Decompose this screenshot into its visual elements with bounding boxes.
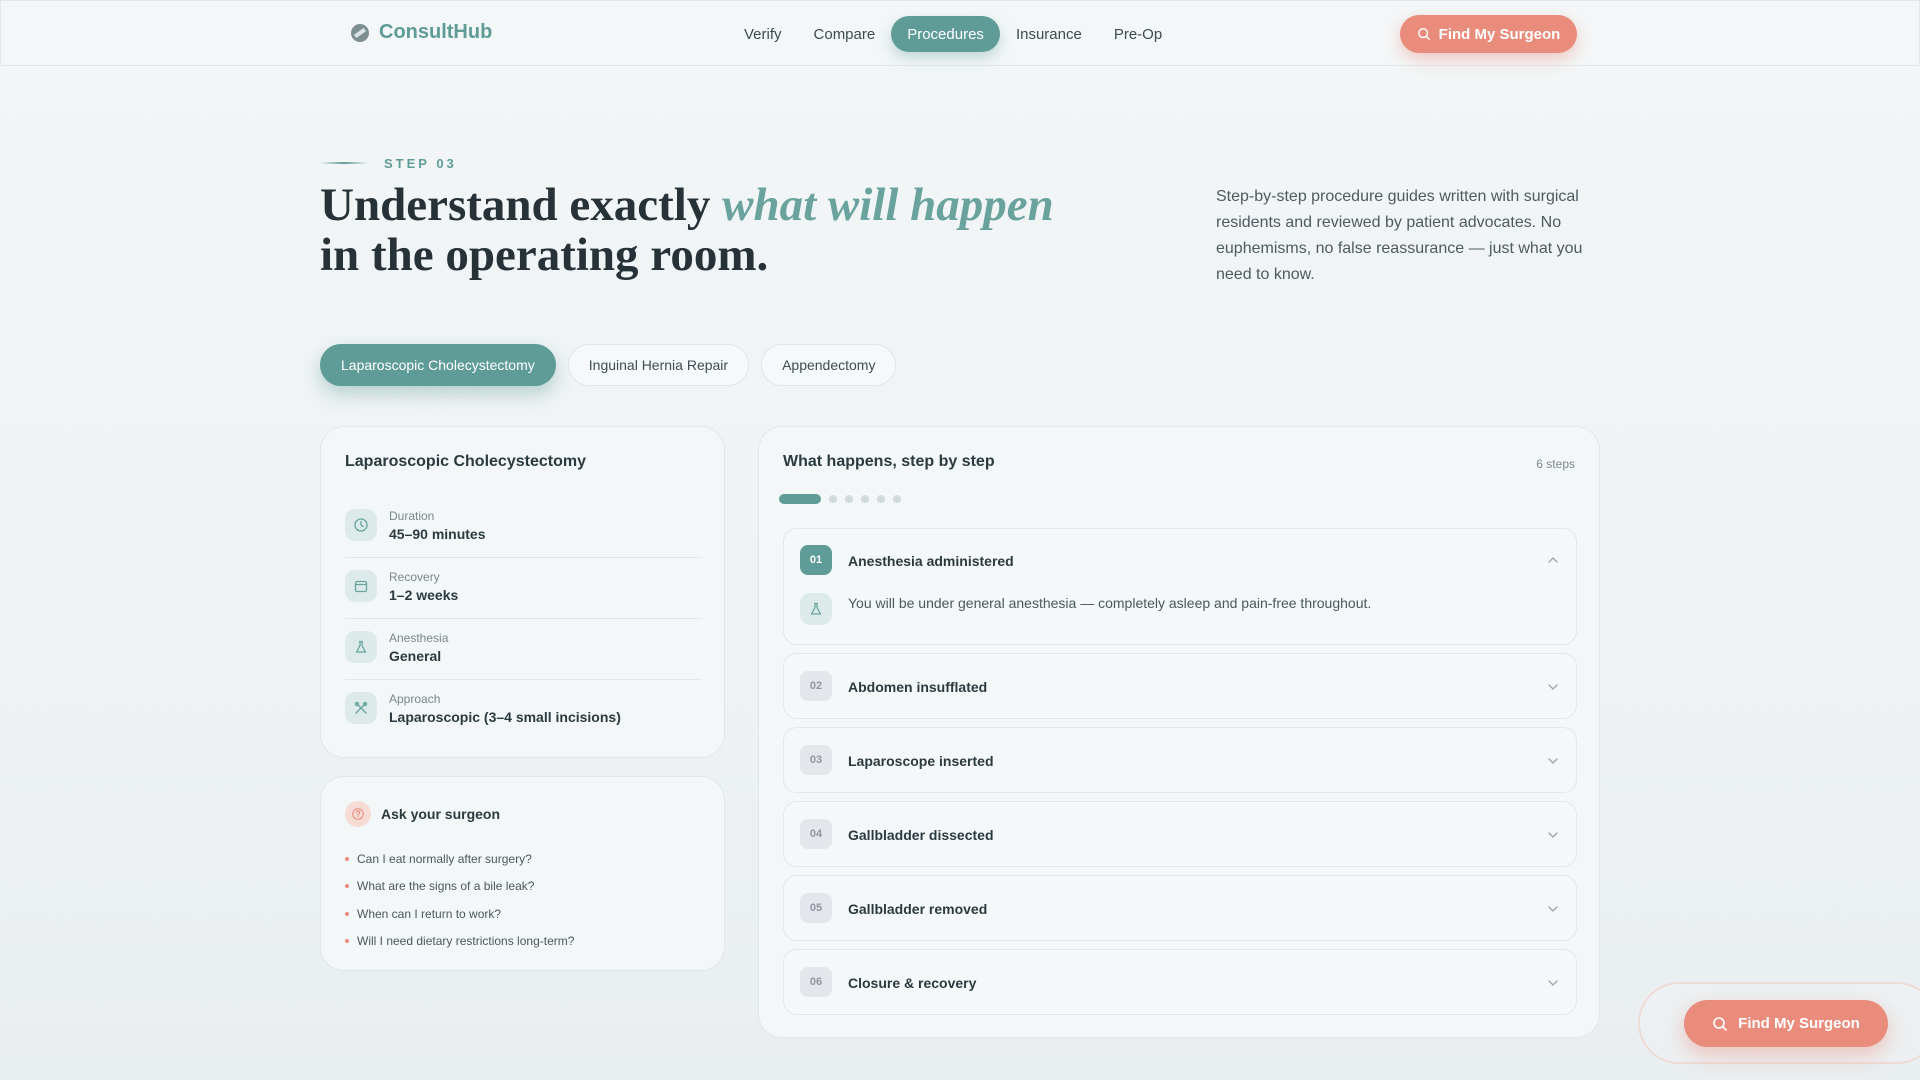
page-title: Understand exactly what will happen in t…	[320, 180, 1100, 280]
list-item: When can I return to work?	[345, 900, 574, 928]
nav-link-compare[interactable]: Compare	[798, 16, 892, 52]
step-divider-line	[320, 162, 368, 164]
step-name: Gallbladder removed	[848, 901, 988, 917]
fact-value: Laparoscopic (3–4 small incisions)	[389, 709, 621, 725]
chevron-down-icon[interactable]	[1546, 976, 1560, 990]
title-emphasis: what will happen	[722, 179, 1054, 231]
tab-appendectomy[interactable]: Appendectomy	[761, 344, 897, 386]
progress-dot[interactable]	[893, 495, 901, 503]
bullet-icon	[345, 856, 349, 861]
procedure-tabs: Laparoscopic Cholecystectomy Inguinal He…	[320, 344, 897, 386]
fact-label: Anesthesia	[389, 631, 449, 645]
nav-link-verify[interactable]: Verify	[728, 16, 798, 52]
flask-icon	[800, 593, 832, 625]
summary-title: Laparoscopic Cholecystectomy	[345, 453, 586, 470]
title-part-1: Understand exactly	[320, 179, 723, 231]
nav-link-procedures[interactable]: Procedures	[891, 16, 1000, 52]
tab-inguinal-hernia-repair[interactable]: Inguinal Hernia Repair	[567, 344, 750, 386]
brand-logo-icon	[351, 23, 369, 42]
search-icon	[1713, 1016, 1727, 1031]
top-navbar: ConsultHub Verify Compare Procedures Ins…	[0, 0, 1920, 66]
step-detail: You will be under general anesthesia — c…	[848, 595, 1372, 611]
chevron-down-icon[interactable]	[1546, 680, 1560, 694]
fact-value: 1–2 weeks	[389, 587, 459, 603]
list-item: Can I eat normally after surgery?	[345, 845, 574, 873]
procedure-summary-card: Laparoscopic Cholecystectomy Duration 45…	[320, 426, 725, 758]
step-name: Anesthesia administered	[848, 553, 1014, 569]
nav-link-insurance[interactable]: Insurance	[1000, 16, 1098, 52]
floating-find-surgeon-button[interactable]: Find My Surgeon	[1684, 1000, 1888, 1047]
chevron-down-icon[interactable]	[1546, 902, 1560, 916]
title-part-2: in the operating room.	[320, 229, 769, 281]
progress-dot[interactable]	[877, 495, 885, 503]
fact-value: General	[389, 648, 442, 664]
step-item-2[interactable]: 02 Abdomen insufflated	[783, 653, 1577, 719]
fact-anesthesia: Anesthesia General	[345, 619, 702, 680]
fact-label: Approach	[389, 692, 441, 706]
step-name: Closure & recovery	[848, 975, 977, 991]
steps-card: What happens, step by step 6 steps 01 An…	[758, 426, 1600, 1038]
bullet-icon	[345, 911, 349, 916]
step-number: 05	[800, 893, 832, 923]
progress-dot[interactable]	[829, 495, 837, 503]
clock-icon	[345, 509, 377, 541]
step-item-3[interactable]: 03 Laparoscope inserted	[783, 727, 1577, 793]
fact-duration: Duration 45–90 minutes	[345, 497, 702, 558]
step-number: 04	[800, 819, 832, 849]
steps-count: 6 steps	[1536, 457, 1575, 471]
calendar-icon	[345, 570, 377, 602]
floating-cta-label: Find My Surgeon	[1738, 1015, 1860, 1032]
find-surgeon-button[interactable]: Find My Surgeon	[1400, 15, 1577, 53]
flask-icon	[345, 631, 377, 663]
question-text: What are the signs of a bile leak?	[357, 879, 535, 894]
fact-value: 45–90 minutes	[389, 526, 486, 542]
list-item: Will I need dietary restrictions long-te…	[345, 928, 574, 956]
step-item-5[interactable]: 05 Gallbladder removed	[783, 875, 1577, 941]
step-progress	[779, 494, 901, 504]
fact-label: Recovery	[389, 570, 440, 584]
step-item-6[interactable]: 06 Closure & recovery	[783, 949, 1577, 1015]
fact-label: Duration	[389, 509, 435, 523]
hero-description: Step-by-step procedure guides written wi…	[1216, 188, 1583, 283]
progress-current-step[interactable]	[779, 494, 821, 504]
step-name: Abdomen insufflated	[848, 679, 988, 695]
ask-surgeon-card: Ask your surgeon Can I eat normally afte…	[320, 776, 725, 971]
chevron-up-icon[interactable]	[1546, 553, 1560, 567]
chevron-down-icon[interactable]	[1546, 754, 1560, 768]
steps-title: What happens, step by step	[783, 453, 995, 470]
question-icon	[345, 801, 371, 827]
question-text: Will I need dietary restrictions long-te…	[357, 934, 575, 949]
brand-name: ConsultHub	[379, 21, 493, 43]
nav-links: Verify Compare Procedures Insurance Pre-…	[728, 16, 1178, 52]
step-number: 03	[800, 745, 832, 775]
step-number: 01	[800, 545, 832, 575]
brand[interactable]: ConsultHub	[351, 21, 492, 44]
question-list: Can I eat normally after surgery? What a…	[345, 845, 574, 955]
tab-laparoscopic-cholecystectomy[interactable]: Laparoscopic Cholecystectomy	[320, 344, 556, 386]
bullet-icon	[345, 939, 349, 944]
bullet-icon	[345, 884, 349, 889]
question-text: When can I return to work?	[357, 906, 502, 921]
tools-icon	[345, 692, 377, 724]
step-number: 02	[800, 671, 832, 701]
step-label: STEP 03	[384, 156, 457, 171]
list-item: What are the signs of a bile leak?	[345, 873, 574, 901]
progress-dot[interactable]	[845, 495, 853, 503]
fact-recovery: Recovery 1–2 weeks	[345, 558, 702, 619]
step-item-1[interactable]: 01 Anesthesia administered You will be u…	[783, 528, 1577, 645]
progress-dot[interactable]	[861, 495, 869, 503]
step-item-4[interactable]: 04 Gallbladder dissected	[783, 801, 1577, 867]
question-text: Can I eat normally after surgery?	[357, 851, 532, 866]
ask-title: Ask your surgeon	[381, 806, 501, 822]
find-surgeon-label: Find My Surgeon	[1438, 25, 1561, 43]
step-name: Laparoscope inserted	[848, 753, 994, 769]
step-name: Gallbladder dissected	[848, 827, 994, 843]
search-icon	[1417, 28, 1430, 40]
step-number: 06	[800, 967, 832, 997]
fact-approach: Approach Laparoscopic (3–4 small incisio…	[345, 680, 702, 741]
nav-link-pre-op[interactable]: Pre-Op	[1098, 16, 1178, 52]
chevron-down-icon[interactable]	[1546, 828, 1560, 842]
